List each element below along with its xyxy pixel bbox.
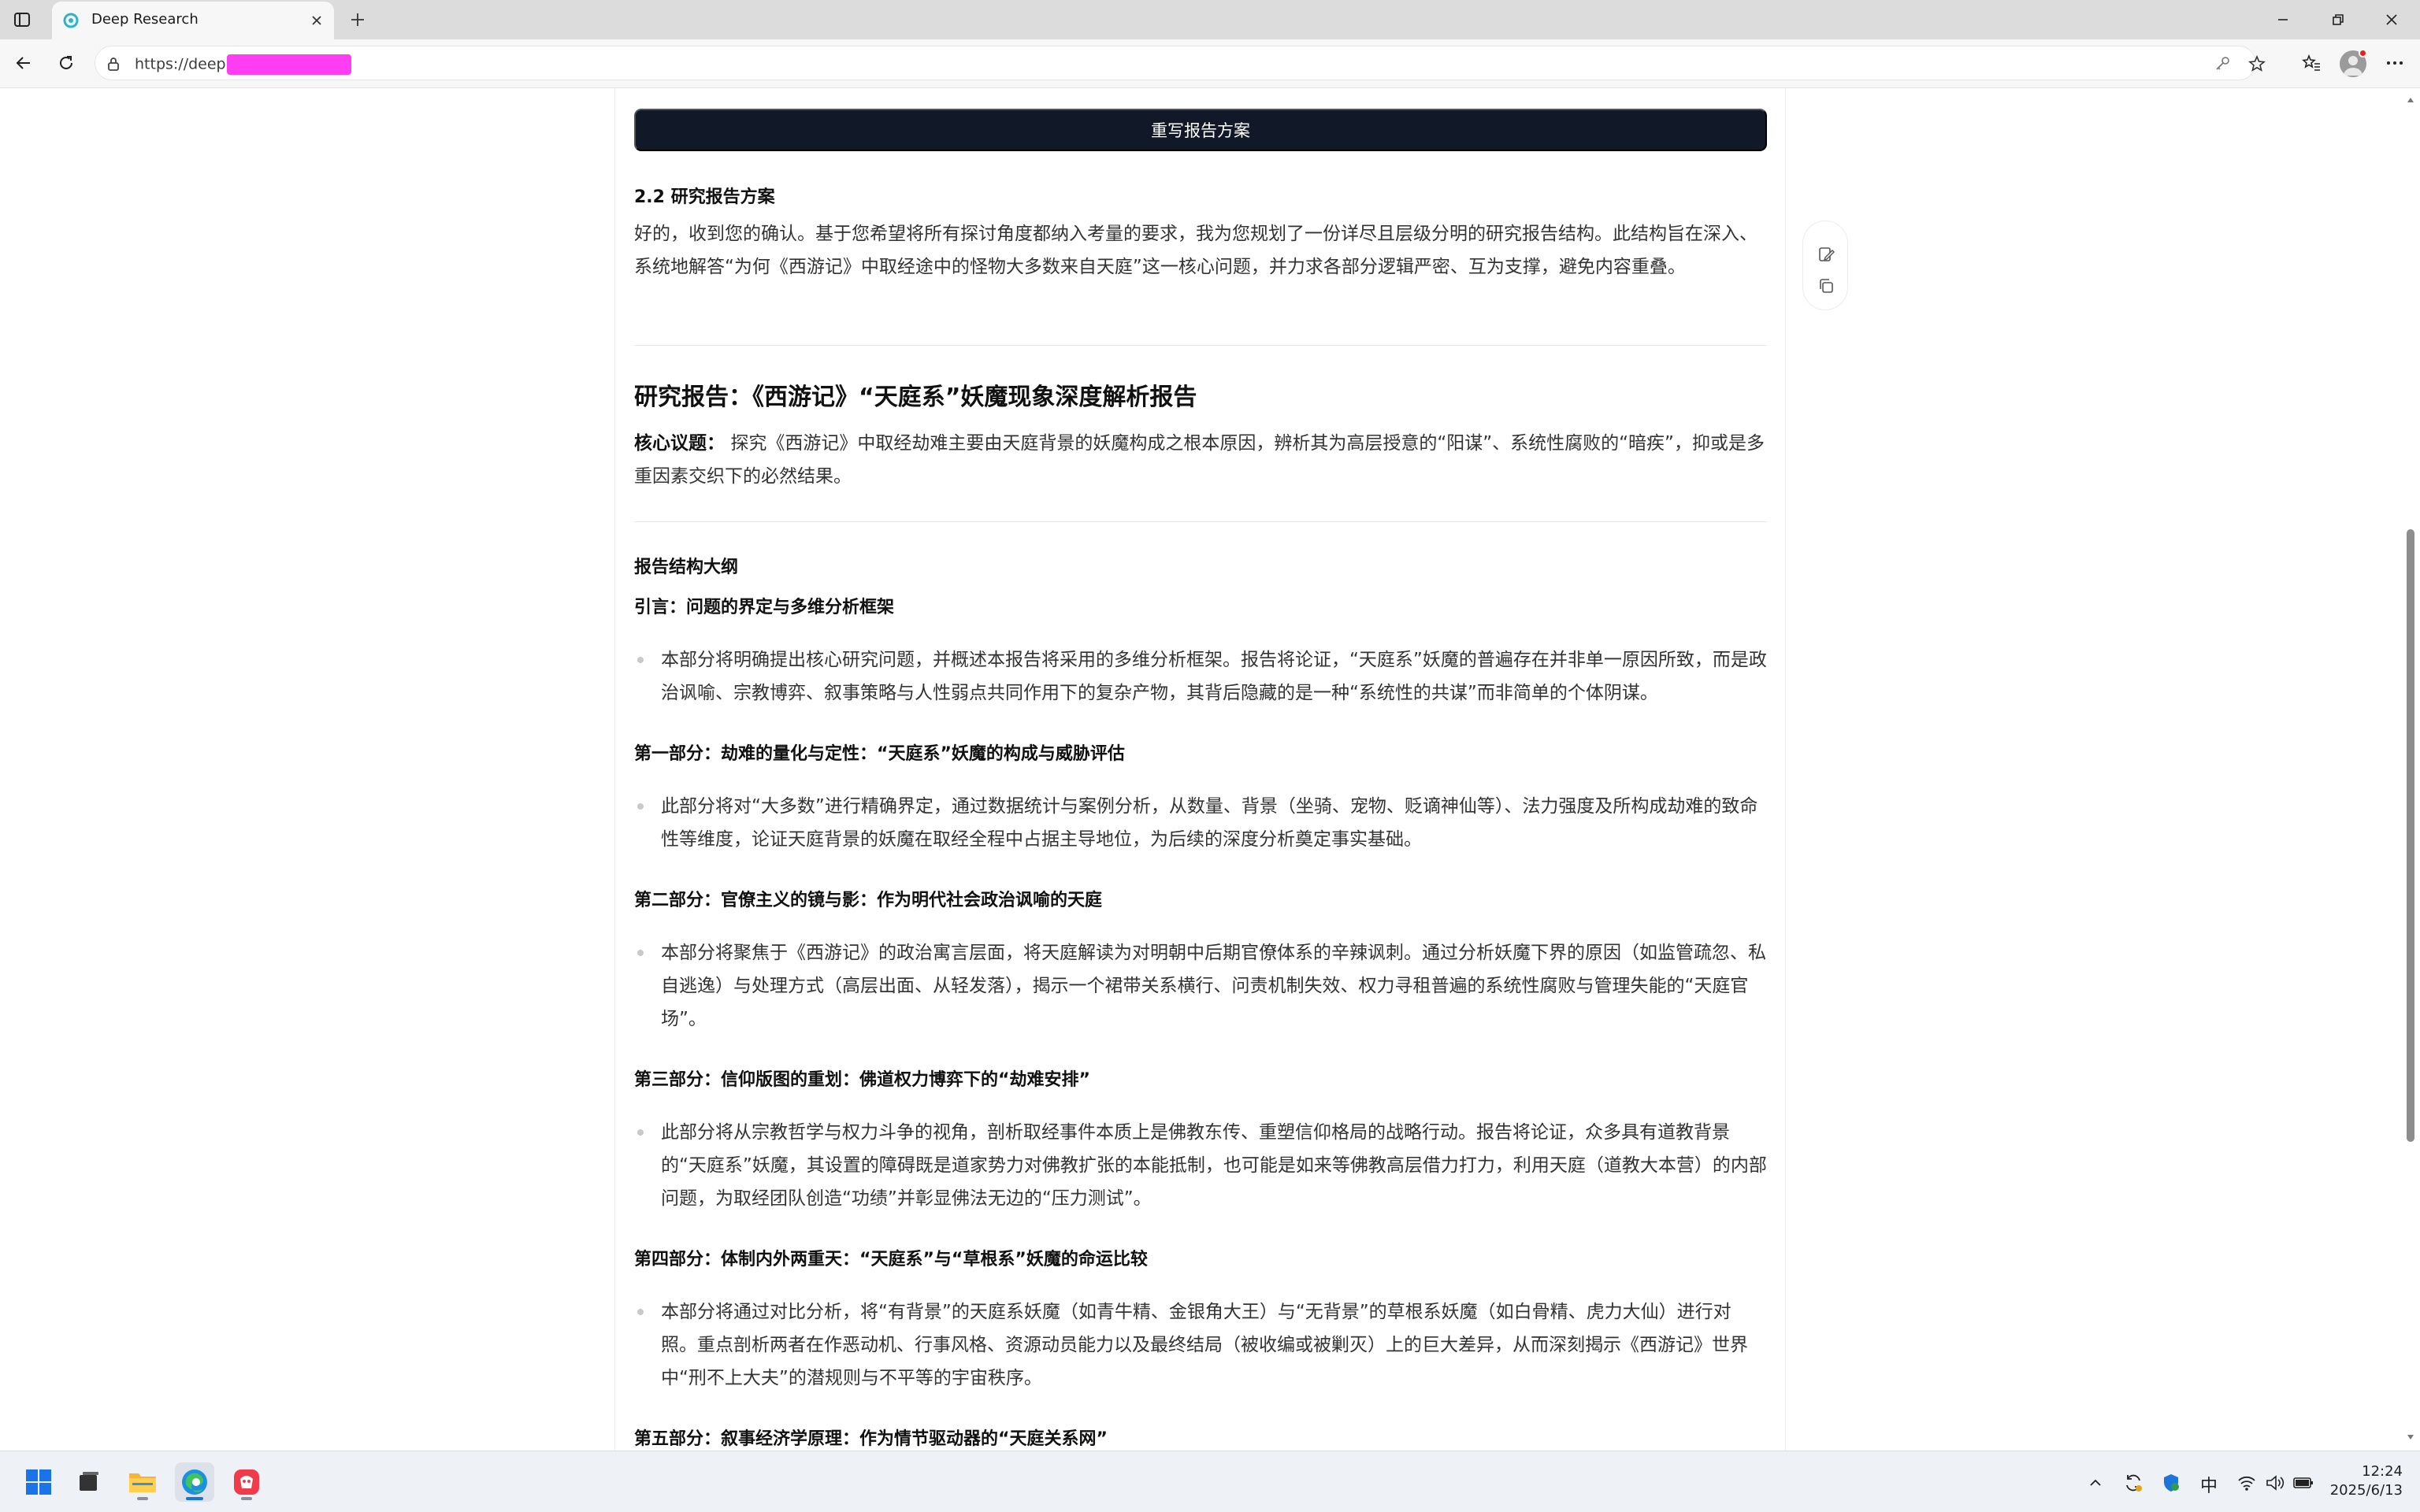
restore-icon[interactable]	[2316, 6, 2360, 34]
core-topic-label: 核心议题：	[634, 433, 725, 454]
lock-icon[interactable]	[105, 55, 122, 72]
tab-title: Deep Research	[91, 11, 199, 28]
page-viewport: 重写报告方案 2.2 研究报告方案 好的，收到您的确认。基于您希望将所有探讨角度…	[0, 88, 2401, 1451]
core-topic: 核心议题： 探究《西游记》中取经劫难主要由天庭背景的妖魔构成之根本原因，辨析其为…	[634, 427, 1767, 493]
bullet-dot	[637, 657, 644, 663]
url-text[interactable]: https://deep	[135, 54, 351, 75]
wifi-icon[interactable]	[2236, 1472, 2258, 1494]
back-arrow-icon[interactable]	[11, 50, 36, 76]
ime-indicator[interactable]: 中	[2200, 1472, 2218, 1497]
browser-tab[interactable]: Deep Research	[52, 2, 334, 39]
refresh-icon[interactable]	[54, 50, 79, 76]
key-icon[interactable]	[2213, 54, 2232, 73]
favorites-icon[interactable]	[2299, 50, 2324, 76]
bullet-dot	[637, 1129, 644, 1136]
task-view-icon[interactable]	[69, 1462, 109, 1502]
plus-icon[interactable]	[345, 7, 370, 32]
app-active-indicator	[186, 1497, 203, 1500]
minimize-icon[interactable]	[2261, 6, 2305, 34]
outline-bullet: 本部分将通过对比分析，将“有背景”的天庭系妖魔（如青牛精、金银角大王）与“无背景…	[634, 1295, 1767, 1395]
page-scrollbar[interactable]	[2401, 88, 2420, 1451]
outline-section-heading: 第二部分：官僚主义的镜与影：作为明代社会政治讽喻的天庭	[634, 891, 1103, 910]
volume-icon[interactable]	[2264, 1472, 2286, 1494]
copy-icon[interactable]	[1817, 276, 1835, 295]
divider	[634, 345, 1767, 346]
outline-bullet: 本部分将明确提出核心研究问题，并概述本报告将采用的多维分析框架。报告将论证，“天…	[634, 643, 1767, 710]
rewrite-report-button[interactable]: 重写报告方案	[634, 109, 1767, 151]
section-heading: 2.2 研究报告方案	[634, 187, 775, 207]
scroll-up-icon[interactable]	[2405, 94, 2416, 106]
outline-heading: 报告结构大纲	[634, 558, 739, 577]
tab-actions-icon[interactable]	[11, 9, 33, 31]
app-icon[interactable]	[227, 1462, 266, 1502]
outline-section-heading: 第一部分：劫难的量化与定性：“天庭系”妖魔的构成与威胁评估	[634, 744, 1125, 764]
sync-icon[interactable]	[2122, 1472, 2144, 1494]
url-redaction	[226, 54, 351, 75]
window-close-icon[interactable]	[2370, 6, 2414, 34]
outline-bullet: 此部分将对“大多数”进行精确界定，通过数据统计与案例分析，从数量、背景（坐骑、宠…	[634, 790, 1767, 856]
divider	[634, 521, 1767, 522]
file-explorer-icon[interactable]	[123, 1462, 162, 1502]
clock-date: 2025/6/13	[2329, 1482, 2403, 1499]
bullet-dot	[637, 803, 644, 810]
tab-strip: Deep Research	[0, 0, 2420, 39]
edit-icon[interactable]	[1817, 245, 1835, 264]
more-icon[interactable]	[2382, 50, 2407, 76]
bullet-dot	[637, 1309, 644, 1315]
battery-icon[interactable]	[2292, 1472, 2314, 1494]
outline-section-heading: 第四部分：体制内外两重天：“天庭系”与“草根系”妖魔的命运比较	[634, 1250, 1148, 1269]
address-bar[interactable]: https://deep	[95, 46, 2266, 80]
outline-bullet: 本部分将聚焦于《西游记》的政治寓言层面，将天庭解读为对明朝中后期官僚体系的辛辣讽…	[634, 936, 1767, 1036]
windows-start-icon[interactable]	[19, 1462, 58, 1502]
side-toolbar	[1802, 220, 1848, 310]
content-border-right	[1785, 88, 1786, 1451]
star-icon[interactable]	[2247, 54, 2266, 73]
outline-section-heading: 第三部分：信仰版图的重划：佛道权力博弈下的“劫难安排”	[634, 1070, 1090, 1090]
bullet-dot	[637, 950, 644, 956]
edge-browser-icon[interactable]	[175, 1462, 214, 1502]
navigation-bar: https://deep	[0, 39, 2420, 88]
system-clock[interactable]: 12:24 2025/6/13	[2330, 1462, 2403, 1500]
outline-section-heading: 第五部分：叙事经济学原理：作为情节驱动器的“天庭关系网”	[634, 1429, 1108, 1449]
app-running-indicator	[137, 1497, 148, 1500]
core-topic-text: 探究《西游记》中取经劫难主要由天庭背景的妖魔构成之根本原因，辨析其为高层授意的“…	[634, 433, 1765, 487]
clock-time: 12:24	[2362, 1463, 2403, 1480]
security-shield-icon[interactable]	[2160, 1472, 2182, 1494]
scroll-thumb[interactable]	[2407, 529, 2414, 1142]
chevron-up-icon[interactable]	[2084, 1472, 2106, 1494]
outline-bullet: 此部分将从宗教哲学与权力斗争的视角，剖析取经事件本质上是佛教东传、重塑信仰格局的…	[634, 1116, 1767, 1215]
intro-paragraph: 好的，收到您的确认。基于您希望将所有探讨角度都纳入考量的要求，我为您规划了一份详…	[634, 224, 1757, 277]
notification-badge	[2359, 49, 2367, 57]
tab-favicon	[63, 13, 79, 28]
taskbar: 中 12:24 2025/6/13	[0, 1451, 2420, 1512]
outline-section-heading: 引言：问题的界定与多维分析框架	[634, 598, 895, 617]
report-title: 研究报告：《西游记》“天庭系”妖魔现象深度解析报告	[634, 384, 1197, 411]
content-border-left	[614, 88, 615, 1451]
scroll-down-icon[interactable]	[2405, 1432, 2416, 1443]
app-running-indicator	[241, 1497, 252, 1500]
close-icon[interactable]	[307, 11, 326, 30]
